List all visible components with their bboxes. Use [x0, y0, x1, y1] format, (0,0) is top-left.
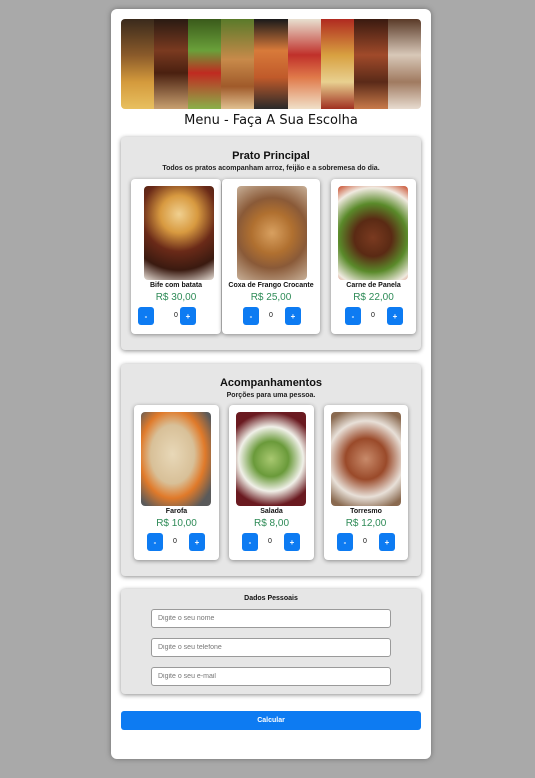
dish-name: Carne de Panela	[346, 282, 401, 289]
page-container: Menu - Faça A Sua Escolha Prato Principa…	[111, 9, 431, 759]
quantity-stepper: - 0 +	[331, 307, 416, 325]
quantity-value: 0	[371, 312, 375, 319]
banner-image	[121, 19, 421, 109]
side-name: Torresmo	[350, 508, 382, 515]
quantity-stepper: - 0 +	[324, 533, 408, 551]
increment-button[interactable]: +	[285, 307, 301, 325]
increment-button[interactable]: +	[387, 307, 403, 325]
side-card-farofa: Farofa R$ 10,00 - 0 +	[134, 405, 219, 560]
decrement-button[interactable]: -	[337, 533, 353, 551]
email-field[interactable]	[151, 667, 391, 686]
quantity-stepper: - 0 +	[131, 307, 221, 325]
quantity-value: 0	[269, 312, 273, 319]
side-price: R$ 10,00	[156, 518, 197, 529]
quantity-stepper: - 0 +	[134, 533, 219, 551]
dish-card-bife: Bife com batata R$ 30,00 - 0 +	[131, 179, 221, 334]
dish-card-carne: Carne de Panela R$ 22,00 - 0 +	[331, 179, 416, 334]
dish-price: R$ 25,00	[250, 292, 292, 303]
increment-button[interactable]: +	[379, 533, 395, 551]
phone-field[interactable]	[151, 638, 391, 657]
main-dishes-title: Prato Principal	[232, 150, 310, 162]
personal-data-section: Dados Pessoais	[121, 589, 421, 694]
decrement-button[interactable]: -	[345, 307, 361, 325]
increment-button[interactable]: +	[180, 307, 196, 325]
side-price: R$ 12,00	[345, 518, 387, 529]
dish-photo-carne	[338, 186, 408, 280]
quantity-value: 0	[173, 538, 177, 545]
side-card-salada: Salada R$ 8,00 - 0 +	[229, 405, 314, 560]
side-photo-farofa	[141, 412, 211, 506]
name-field[interactable]	[151, 609, 391, 628]
quantity-value: 0	[363, 538, 367, 545]
quantity-stepper: - 0 +	[229, 533, 314, 551]
personal-data-title: Dados Pessoais	[244, 595, 298, 602]
main-dishes-subtitle: Todos os pratos acompanham arroz, feijão…	[162, 165, 380, 172]
dish-name: Coxa de Frango Crocante	[228, 282, 314, 289]
main-dishes-section: Prato Principal Todos os pratos acompanh…	[121, 137, 421, 350]
sides-section: Acompanhamentos Porções para uma pessoa.…	[121, 364, 421, 576]
increment-button[interactable]: +	[284, 533, 300, 551]
quantity-value: 0	[268, 538, 272, 545]
dish-name: Bife com batata	[149, 282, 203, 289]
calculate-button[interactable]: Calcular	[121, 711, 421, 730]
dish-price: R$ 30,00	[155, 292, 197, 303]
side-card-torresmo: Torresmo R$ 12,00 - 0 +	[324, 405, 408, 560]
side-name: Farofa	[165, 508, 188, 515]
side-price: R$ 8,00	[253, 518, 290, 529]
quantity-stepper: - 0 +	[222, 307, 320, 325]
increment-button[interactable]: +	[189, 533, 205, 551]
page-title: Menu - Faça A Sua Escolha	[184, 113, 358, 128]
decrement-button[interactable]: -	[138, 307, 154, 325]
decrement-button[interactable]: -	[243, 307, 259, 325]
side-photo-torresmo	[331, 412, 401, 506]
side-photo-salada	[236, 412, 306, 506]
sides-subtitle: Porções para uma pessoa.	[226, 392, 316, 399]
dish-photo-frango	[237, 186, 307, 280]
decrement-button[interactable]: -	[147, 533, 163, 551]
dish-card-frango: Coxa de Frango Crocante R$ 25,00 - 0 +	[222, 179, 320, 334]
dish-photo-bife	[144, 186, 214, 280]
side-name: Salada	[260, 508, 283, 515]
decrement-button[interactable]: -	[242, 533, 258, 551]
dish-price: R$ 22,00	[353, 292, 394, 303]
sides-title: Acompanhamentos	[219, 377, 323, 389]
